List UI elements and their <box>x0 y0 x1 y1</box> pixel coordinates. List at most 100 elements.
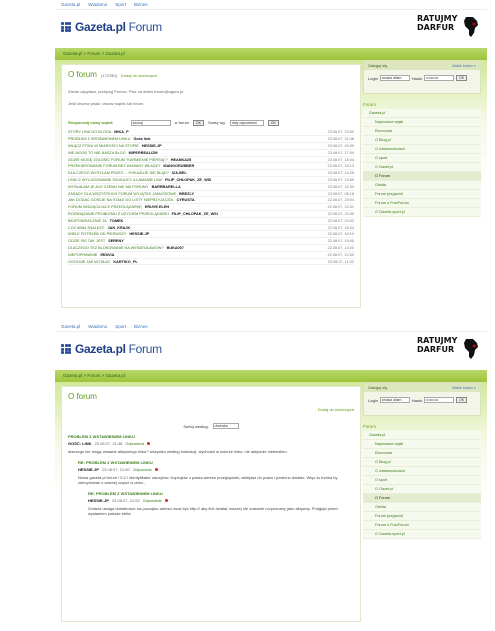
sidebar-item[interactable]: Giełda <box>363 503 481 512</box>
reply-link[interactable]: Odpowiedz <box>143 499 162 503</box>
thread-title-text[interactable]: CÓŻ ABIM ZNALEŹĆ <box>68 226 105 230</box>
post-author[interactable]: HESSIE-JP <box>78 467 99 472</box>
sidebar-item[interactable]: O sport <box>363 154 481 163</box>
thread-title-text[interactable]: JAK DODAĆ GOŚCIE NA STAŁE DO LISTY NIEPR… <box>68 198 174 202</box>
thread-title-text[interactable]: FORUM WIDZĄCA NA E PRZEGLĄDARKĘ <box>68 205 142 209</box>
breadcrumb-2[interactable]: Gazeta.pl > Forum > Gazeta.pl <box>55 370 487 382</box>
thread-row[interactable]: WŁĄCZ FTWU W MIAROŚCI NA STOPIE HESSIE-JP… <box>68 143 354 150</box>
thread-title[interactable]: WYSŁAŁAM JE ALE CZEMU NIE MA FORUMY BARRB… <box>68 185 320 189</box>
topnav2-link-2[interactable]: Sport <box>115 324 126 329</box>
thread-title[interactable]: STORY LINK DO BLOGA MIKA_P <box>68 130 320 134</box>
thread-row[interactable]: PRZEKIEROWANIE FORUM BEZ ZAMIANY WŁADZY M… <box>68 163 354 171</box>
thread-title[interactable]: ROZWIĄZANIE PROBLEMU Z UŻYCIEM PRZEGLĄDA… <box>68 212 320 216</box>
thread-row[interactable]: GDZIE MOGĘ ZGŁOSIĆ FORUM "KARMIENIE PIER… <box>68 157 354 164</box>
thread-title[interactable]: DLA CZEGO WYSYŁAM PRZEZ ... POKAZUJE SIĘ… <box>68 171 320 175</box>
post-title[interactable]: PROBLEM Z WSTAWIENIEM LINKU <box>68 434 354 439</box>
password-input-2[interactable]: •••••••••• <box>424 397 455 403</box>
reply-link[interactable]: Odpowiedz <box>133 468 152 472</box>
thread-title-text[interactable]: PRZEKIEROWANIE FORUM BEZ ZAMIANY WŁADZY <box>68 164 160 168</box>
thread-title[interactable]: FORUM WIDZĄCA NA E PRZEGLĄDARKĘ ERUVE.ELE… <box>68 205 320 209</box>
thread-row[interactable]: NIE MOGĘ TO NIE NASZA BLOG MIPERREALIZM 23… <box>68 150 354 157</box>
thread-title[interactable]: CÓŻ ABIM ZNALEŹĆ JAN_KRAJK <box>68 226 320 230</box>
thread-title[interactable]: GDZIE SIĘ TAK JEST SERENY <box>68 239 320 243</box>
thread-title[interactable]: BEZPOWRACZNIE JA TOMEK <box>68 219 320 223</box>
post-author[interactable]: GOŚĆ: LINK <box>68 441 92 446</box>
gazeta-logo-2[interactable]: Gazeta.pl Forum <box>61 342 162 356</box>
sidebar-item[interactable]: O wiadomościach <box>363 467 481 476</box>
sidebar-item[interactable]: O wiadomościach <box>363 145 481 154</box>
thread-title[interactable]: OGÓLNIE JAK WYSŁAĆ KARTIKO_PL <box>68 260 320 264</box>
sidebar-item[interactable]: O Forum <box>363 172 481 181</box>
thread-title-text[interactable]: WYSŁAŁAM JE ALE CZEMU NIE MA FORUMY <box>68 185 149 189</box>
thread-title-text[interactable]: NIEPOPRAWNIE <box>68 253 97 257</box>
add-favorite-link-2[interactable]: Dodaj do ulubionych <box>318 407 354 412</box>
thread-title-text[interactable]: PROBLEM Z WSTAWIENIEM LINKU <box>68 137 130 141</box>
post-author[interactable]: HESSIE-JP <box>88 498 109 503</box>
sidebar-item[interactable]: Najnowsze wątki <box>363 118 481 127</box>
thread-title[interactable]: PROBLEM Z WSTAWIENIEM LINKU Gość link <box>68 137 320 141</box>
thread-title-text[interactable]: NIE MOGĘ TO NIE NASZA BLOG <box>68 151 126 155</box>
register-link[interactable]: Załóż konto » <box>452 63 476 68</box>
new-thread-button[interactable]: Rozpocznij nowy wątek <box>68 120 113 125</box>
topnav2-link-0[interactable]: Gazeta.pl <box>61 324 80 329</box>
thread-row[interactable]: LINKI Z WYLOGOWANIE SZUKAJCY A ŁAMANIE L… <box>68 177 354 184</box>
thread-title-text[interactable]: WŁĄCZ FTWU W MIAROŚCI NA STOPIE <box>68 144 139 148</box>
thread-title-text[interactable]: STORY LINK DO BLOGA <box>68 130 111 134</box>
register-link-2[interactable]: Załóż konto » <box>452 385 476 390</box>
sidebar-item[interactable]: O Blog.pl <box>363 136 481 145</box>
thread-title[interactable]: GDZIE MOGĘ ZGŁOSIĆ FORUM "KARMIENIE PIER… <box>68 158 320 162</box>
sidebar-item[interactable]: Forum przyjaciół <box>363 190 481 199</box>
sidebar-item[interactable]: Najnowsze wątki <box>363 440 481 449</box>
thread-title-text[interactable]: ZASADY DLA WSZYSTKICH FORUM WYJĄTEK JANU… <box>68 192 176 196</box>
topnav2-link-1[interactable]: Wiadomo <box>88 324 107 329</box>
sidebar-item[interactable]: Gazeta.pl <box>363 431 481 440</box>
login-ok-button[interactable]: OK <box>456 75 468 81</box>
thread-title[interactable]: PRZEKIEROWANIE FORUM BEZ ZAMIANY WŁADZY M… <box>68 164 320 168</box>
thread-title-text[interactable]: DLA CZEGO WYSYŁAM PRZEZ ... POKAZUJE SIĘ… <box>68 171 169 175</box>
thread-row[interactable]: CÓŻ ABIM ZNALEŹĆ JAN_KRAJK 22.08.07, 18:34 <box>68 225 354 232</box>
thread-row[interactable]: FORUM WIDZĄCA NA E PRZEGLĄDARKĘ ERUVE.ELE… <box>68 204 354 212</box>
sidebar-item[interactable]: Giełda <box>363 181 481 190</box>
thread-title[interactable]: NIE MOGĘ TO NIE NASZA BLOG MIPERREALIZM <box>68 151 320 155</box>
thread-title-text[interactable]: WIELE POTRZEB OD PIERWSZY <box>68 232 126 236</box>
thread-row[interactable]: WIELE POTRZEB OD PIERWSZY HESSIE-JP 22.08.… <box>68 231 354 239</box>
tree-sort-select[interactable]: drzewka <box>212 423 239 429</box>
sidebar-item[interactable]: O Forum <box>363 494 481 503</box>
sidebar-item[interactable]: Ekonomia <box>363 449 481 458</box>
thread-title-text[interactable]: BEZPOWRACZNIE JA <box>68 219 107 223</box>
add-favorite-link[interactable]: Dodaj do ulubionych <box>121 73 157 78</box>
thread-title[interactable]: WŁĄCZ FTWU W MIAROŚCI NA STOPIE HESSIE-JP <box>68 144 320 148</box>
sidebar-item[interactable]: Forum przyjaciół <box>363 512 481 521</box>
report-dot-icon[interactable] <box>154 467 158 471</box>
thread-row[interactable]: PROBLEM Z WSTAWIENIEM LINKU Gość link 23.0… <box>68 136 354 144</box>
sidebar-item[interactable]: O Gazet.pl <box>363 485 481 494</box>
topnav-link-1[interactable]: Wiadomo <box>88 2 107 7</box>
thread-title-text[interactable]: LINKI Z WYLOGOWANIE SZUKAJCY A ŁAMANIE L… <box>68 178 162 182</box>
thread-row[interactable]: DLA CZEGO WYSYŁAM PRZEZ ... POKAZUJE SIĘ… <box>68 170 354 178</box>
reply-link[interactable]: Odpowiedz <box>125 442 144 446</box>
topnav-link-0[interactable]: Gazeta.pl <box>61 2 80 7</box>
thread-title-text[interactable]: GDZIE MOGĘ ZGŁOSIĆ FORUM "KARMIENIE PIER… <box>68 158 168 162</box>
thread-title[interactable]: ZASADY DLA WSZYSTKICH FORUM WYJĄTEK JANU… <box>68 192 320 196</box>
topnav-link-2[interactable]: Sport <box>115 2 126 7</box>
sidebar-item[interactable]: O sport <box>363 476 481 485</box>
thread-row[interactable]: ROZWIĄZANIE PROBLEMU Z UŻYCIEM PRZEGLĄDA… <box>68 211 354 218</box>
thread-title[interactable]: LINKI Z WYLOGOWANIE SZUKAJCY A ŁAMANIE L… <box>68 178 320 182</box>
gazeta-logo[interactable]: Gazeta.pl Forum <box>61 20 162 34</box>
thread-title[interactable]: WIELE POTRZEB OD PIERWSZY HESSIE-JP <box>68 232 320 236</box>
thread-title[interactable]: DLACZEGO TEŻ BLOKOWANIE NA WENATDŁAWÓW? B… <box>68 246 320 250</box>
login-ok-button-2[interactable]: OK <box>456 397 468 403</box>
thread-row[interactable]: ZASADY DLA WSZYSTKICH FORUM WYJĄTEK JANU… <box>68 191 354 198</box>
sort-ok-button[interactable]: OK <box>267 119 279 126</box>
darfur-banner-2[interactable]: RATUJMY DARFUR <box>417 336 479 368</box>
report-dot-icon[interactable] <box>147 442 151 445</box>
thread-row[interactable]: DLACZEGO TEŻ BLOKOWANIE NA WENATDŁAWÓW? B… <box>68 245 354 252</box>
thread-title-text[interactable]: OGÓLNIE JAK WYSŁAĆ <box>68 260 110 264</box>
sidebar-item[interactable]: Gazeta.pl <box>363 109 481 118</box>
sidebar-item[interactable]: O Blog.pl <box>363 458 481 467</box>
thread-title-text[interactable]: GDZIE SIĘ TAK JEST <box>68 239 105 243</box>
topnav2-link-3[interactable]: Biznes <box>134 324 148 329</box>
in-forum-select[interactable]: w forum <box>175 120 189 125</box>
password-input[interactable]: •••••••••• <box>424 75 455 81</box>
search-ok-button[interactable]: OK <box>192 119 204 126</box>
